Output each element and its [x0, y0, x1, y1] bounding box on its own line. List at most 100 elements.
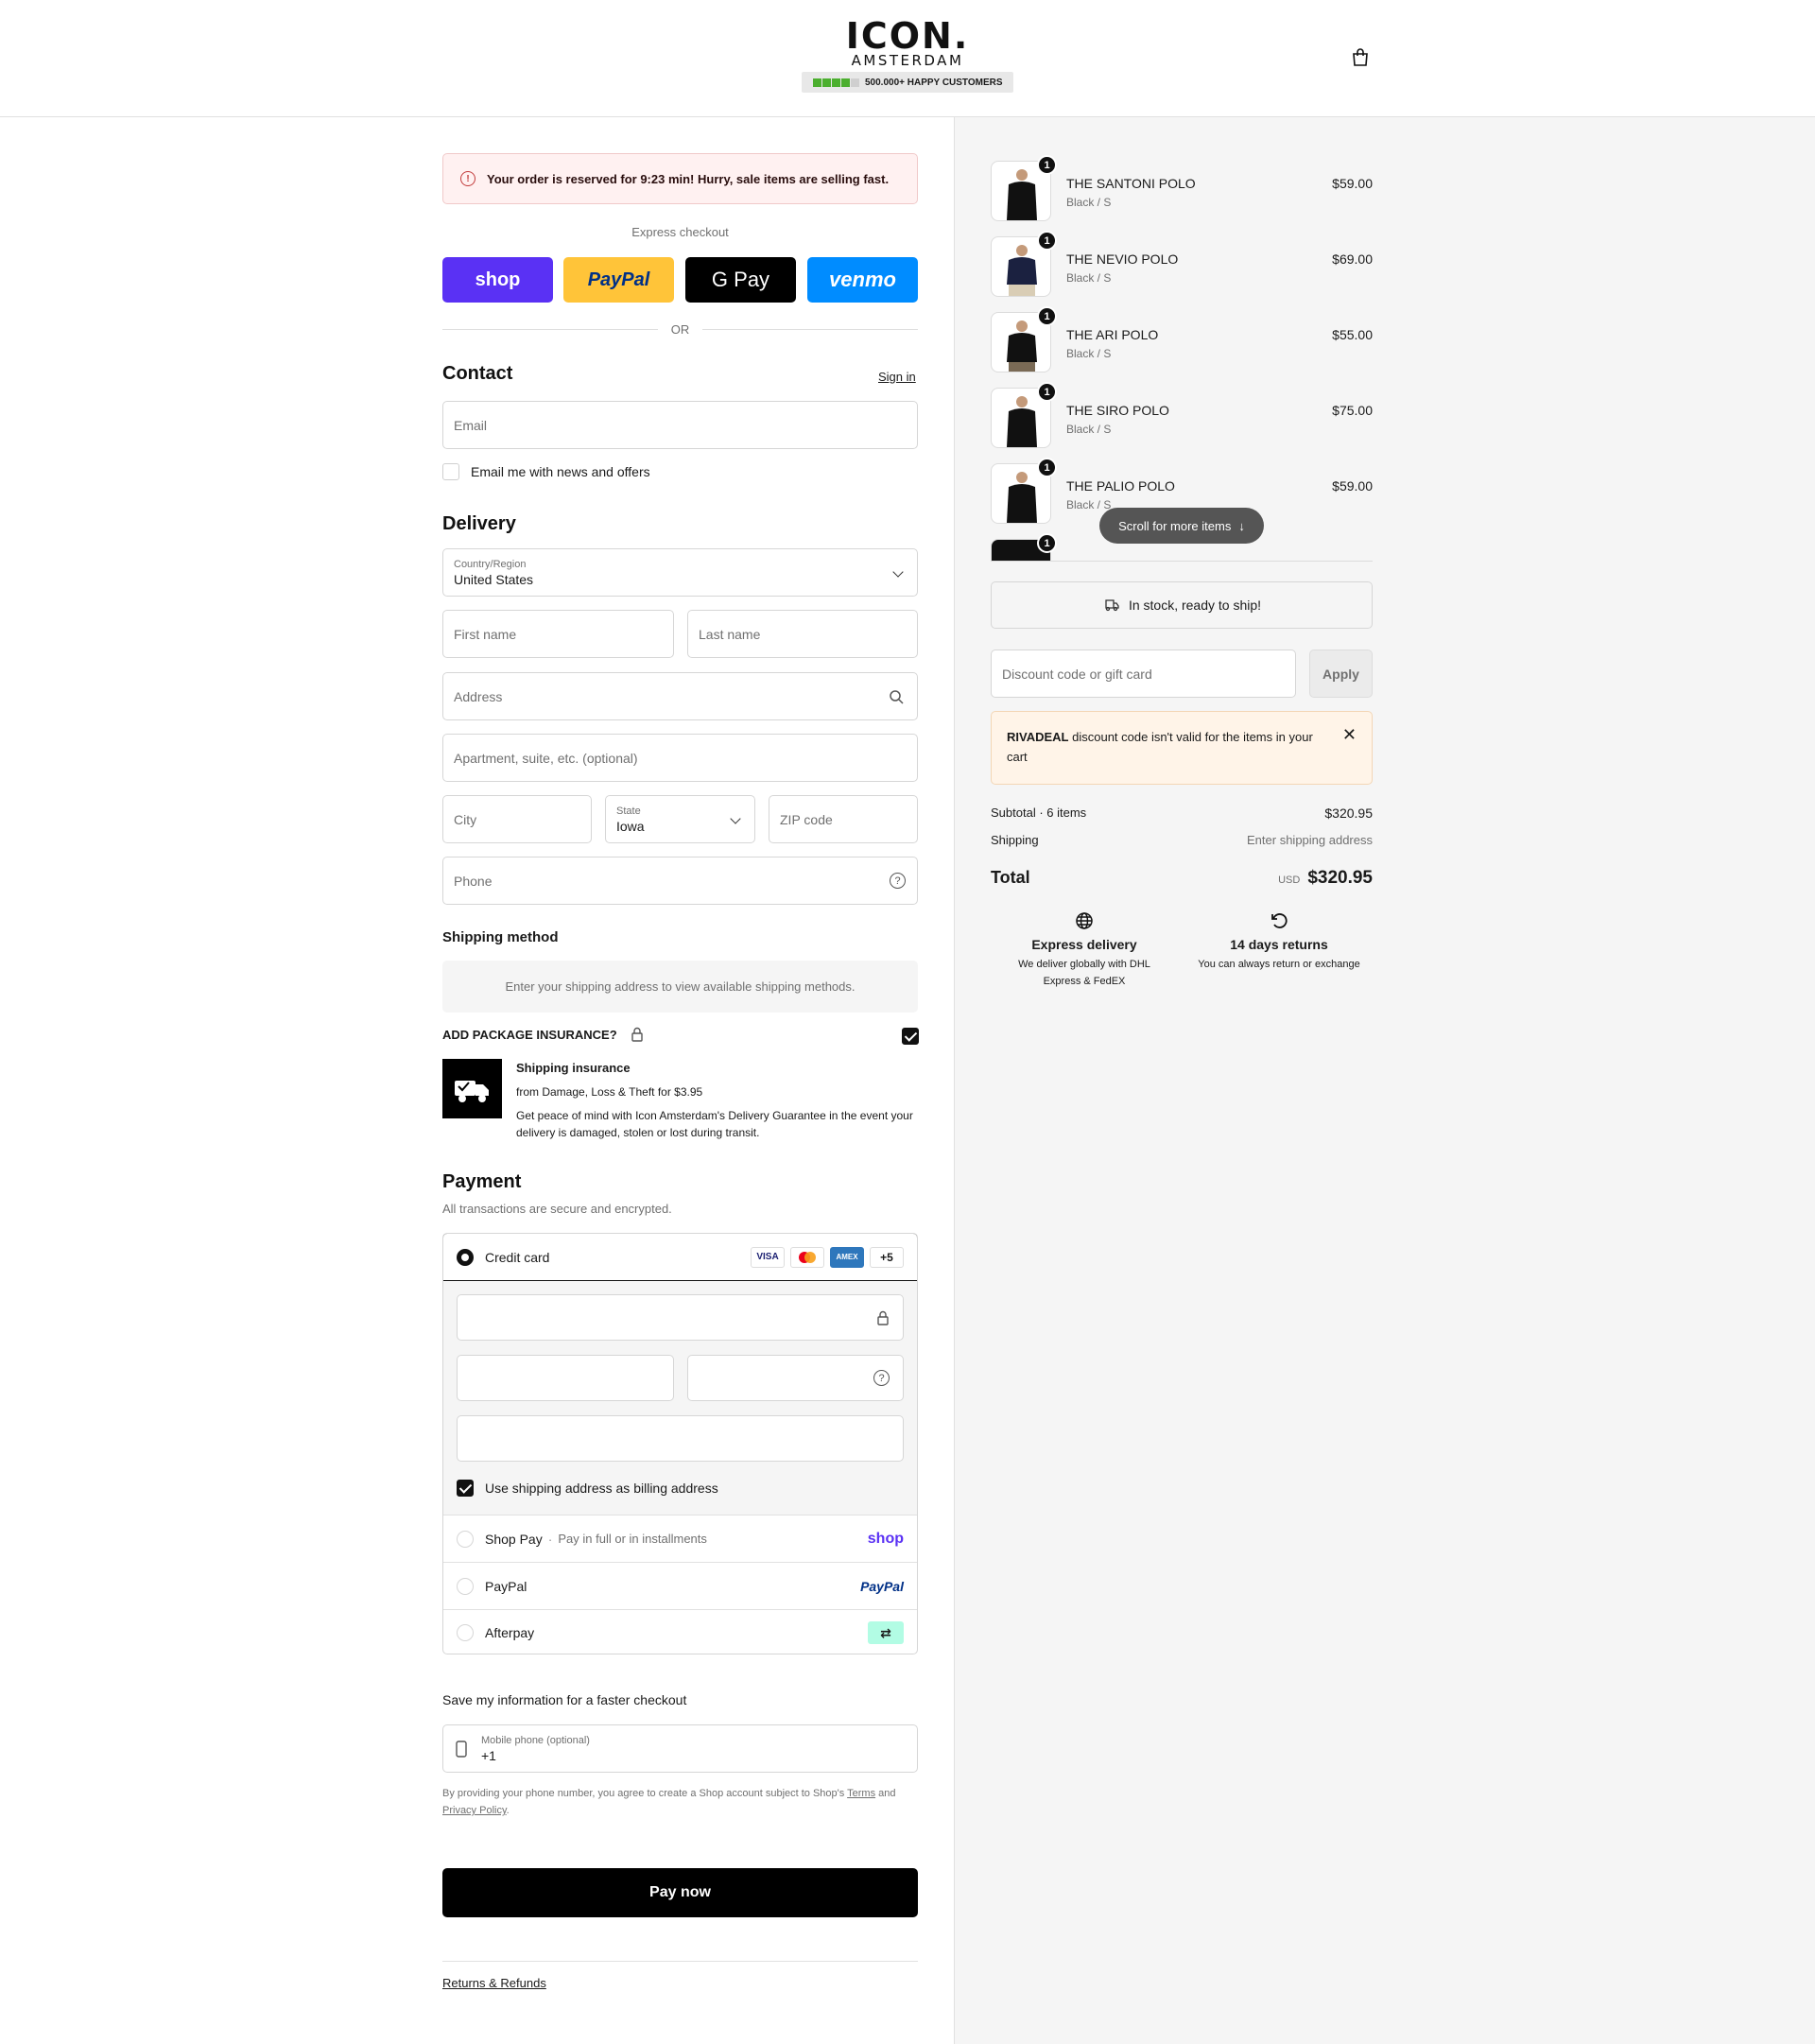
- paypal-button[interactable]: PayPal: [563, 257, 674, 303]
- zip-field[interactable]: ZIP code: [769, 795, 918, 843]
- item-price: $59.00: [1332, 478, 1373, 494]
- google-pay-button[interactable]: G Pay: [685, 257, 796, 303]
- credit-card-option[interactable]: Credit card VISA AMEX +5: [443, 1234, 917, 1281]
- trust-text: 500.000+ HAPPY CUSTOMERS: [865, 77, 1003, 88]
- news-checkbox[interactable]: [442, 463, 459, 480]
- legal-period: .: [506, 1805, 510, 1816]
- discount-code-field[interactable]: Discount code or gift card: [991, 650, 1296, 698]
- apartment-field[interactable]: Apartment, suite, etc. (optional): [442, 734, 918, 782]
- expiry-field[interactable]: [457, 1355, 674, 1401]
- mobile-phone-field[interactable]: Mobile phone (optional) +1: [442, 1724, 918, 1773]
- shop-pay-button[interactable]: shop: [442, 257, 553, 303]
- express-checkout-title: Express checkout: [631, 225, 729, 239]
- state-label: State: [616, 805, 641, 817]
- total-label: Total: [991, 868, 1030, 887]
- venmo-button[interactable]: venmo: [807, 257, 918, 303]
- afterpay-option[interactable]: Afterpay ⇄: [443, 1610, 917, 1654]
- discount-placeholder: Discount code or gift card: [1002, 666, 1152, 682]
- afterpay-radio[interactable]: [457, 1624, 474, 1641]
- order-item: 1 THE NEVIO POLO Black / S $69.00: [991, 231, 1373, 301]
- total-value: $320.95: [1307, 868, 1373, 888]
- name-on-card-field[interactable]: [457, 1415, 904, 1462]
- news-checkbox-row[interactable]: Email me with news and offers: [442, 463, 650, 480]
- alert-text: Your order is reserved for 9:23 min! Hur…: [487, 171, 890, 186]
- shopping-bag-icon[interactable]: [1350, 47, 1371, 68]
- discount-error: RIVADEAL discount code isn't valid for t…: [991, 711, 1373, 785]
- lock-icon: [631, 1027, 643, 1042]
- lock-icon: [877, 1310, 889, 1325]
- state-value: Iowa: [616, 818, 645, 834]
- quantity-badge: 1: [1037, 155, 1057, 175]
- subtotal-row: Subtotal · 6 items $320.95: [991, 805, 1373, 821]
- help-icon[interactable]: ?: [873, 1370, 890, 1386]
- or-label: OR: [670, 321, 690, 337]
- country-select[interactable]: Country/Region United States: [442, 548, 918, 597]
- state-select[interactable]: State Iowa: [605, 795, 755, 843]
- mobile-phone-value: +1: [481, 1747, 496, 1763]
- order-item: 1 THE SIRO POLO Black / S $75.00: [991, 382, 1373, 452]
- feature-title: Express delivery: [1031, 937, 1137, 952]
- shipping-value: Enter shipping address: [1247, 833, 1373, 847]
- search-icon: [890, 690, 904, 704]
- pay-now-button[interactable]: Pay now: [442, 1868, 918, 1917]
- insurance-header: ADD PACKAGE INSURANCE?: [442, 1027, 644, 1042]
- privacy-link[interactable]: Privacy Policy: [442, 1805, 507, 1816]
- chevron-down-icon: [892, 566, 904, 578]
- brand-logo[interactable]: ICON. AMSTERDAM: [802, 17, 1013, 68]
- apply-button[interactable]: Apply: [1309, 650, 1373, 698]
- card-number-field[interactable]: [457, 1294, 904, 1341]
- shop-pay-option-label: Shop Pay: [485, 1531, 543, 1547]
- brand-name: ICON.: [845, 15, 970, 57]
- item-variant: Black / S: [1066, 196, 1112, 209]
- feature-text: You can always return or exchange: [1198, 959, 1360, 970]
- address-field[interactable]: Address: [442, 672, 918, 720]
- item-variant: Black / S: [1066, 423, 1112, 436]
- phone-field[interactable]: Phone ?: [442, 857, 918, 905]
- shop-pay-option[interactable]: Shop Pay · Pay in full or in installment…: [443, 1516, 917, 1563]
- order-items-list[interactable]: 1 THE SANTONI POLO Black / S $59.00 1 TH…: [991, 155, 1373, 562]
- visa-icon: VISA: [751, 1246, 785, 1268]
- shop-pay-radio[interactable]: [457, 1530, 474, 1548]
- item-variant: Black / S: [1066, 347, 1112, 360]
- subtotal-label: Subtotal · 6 items: [991, 805, 1087, 820]
- quantity-badge: 1: [1037, 458, 1057, 477]
- shop-pay-logo: shop: [867, 1530, 904, 1547]
- sign-in-link[interactable]: Sign in: [878, 370, 916, 384]
- paypal-label: PayPal: [587, 268, 650, 290]
- feature-text: We deliver globally with DHL Express & F…: [1018, 959, 1150, 987]
- close-icon[interactable]: ✕: [1342, 725, 1357, 745]
- news-label: Email me with news and offers: [471, 464, 650, 479]
- item-price: $55.00: [1332, 327, 1373, 342]
- zip-placeholder: ZIP code: [780, 811, 833, 827]
- scroll-more-button[interactable]: Scroll for more items ↓: [1099, 508, 1264, 544]
- first-name-field[interactable]: First name: [442, 610, 674, 658]
- paypal-option[interactable]: PayPal PayPal: [443, 1563, 917, 1610]
- returns-refunds-link[interactable]: Returns & Refunds: [442, 1976, 546, 1990]
- help-icon[interactable]: ?: [890, 873, 906, 889]
- currency-label: USD: [1278, 875, 1301, 886]
- quantity-badge: 1: [1037, 533, 1057, 553]
- insurance-checkbox[interactable]: [902, 1028, 919, 1045]
- site-header: ICON. AMSTERDAM 500.000+ HAPPY CUSTOMERS: [0, 0, 1815, 117]
- mastercard-icon: [790, 1246, 824, 1268]
- payment-methods: Credit card VISA AMEX +5 ? Use shipping …: [442, 1233, 918, 1654]
- credit-card-radio[interactable]: [457, 1248, 474, 1266]
- stock-text: In stock, ready to ship!: [1128, 598, 1262, 613]
- delivery-truck-icon: [442, 1059, 502, 1118]
- venmo-label: venmo: [829, 268, 896, 291]
- terms-link[interactable]: Terms: [847, 1788, 875, 1799]
- city-field[interactable]: City: [442, 795, 592, 843]
- arrow-down-icon: ↓: [1238, 518, 1245, 533]
- paypal-radio[interactable]: [457, 1577, 474, 1595]
- truck-icon: [1105, 599, 1119, 612]
- last-name-field[interactable]: Last name: [687, 610, 918, 658]
- billing-checkbox-row[interactable]: Use shipping address as billing address: [457, 1480, 718, 1497]
- billing-checkbox[interactable]: [457, 1480, 474, 1497]
- shipping-row: Shipping Enter shipping address: [991, 833, 1373, 847]
- insurance-title: Shipping insurance: [516, 1061, 631, 1075]
- afterpay-option-label: Afterpay: [485, 1625, 535, 1640]
- insurance-description: Get peace of mind with Icon Amsterdam's …: [516, 1109, 913, 1139]
- google-pay-label: G Pay: [711, 268, 770, 291]
- email-field[interactable]: Email: [442, 401, 918, 449]
- security-code-field[interactable]: ?: [687, 1355, 904, 1401]
